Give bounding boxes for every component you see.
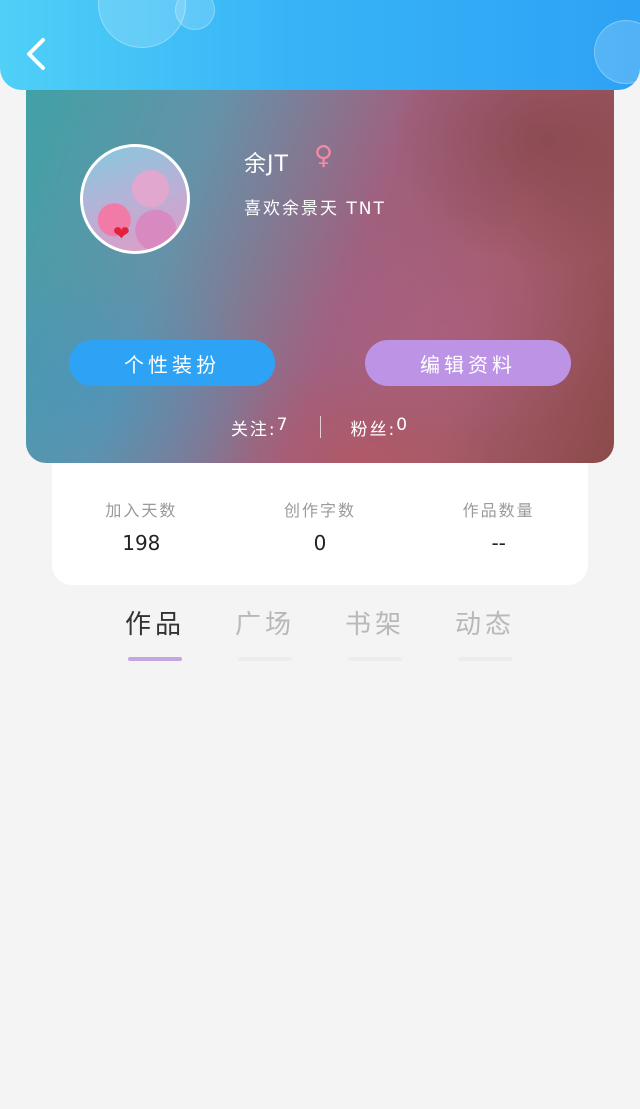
bubble-decoration	[98, 0, 186, 48]
avatar[interactable]: ❤	[80, 144, 190, 254]
top-bar	[0, 0, 640, 90]
tab-indicator	[348, 657, 402, 661]
stats-panel: 加入天数 198 创作字数 0 作品数量 --	[52, 463, 588, 585]
tab-indicator	[458, 657, 512, 661]
stat-word-count: 创作字数 0	[231, 463, 410, 585]
tab-label: 广场	[234, 610, 295, 640]
stat-works-count: 作品数量 --	[409, 463, 588, 585]
divider	[319, 416, 321, 438]
dress-up-button[interactable]: 个性装扮	[69, 340, 275, 386]
tab-label: 作品	[124, 610, 185, 640]
user-bio: 喜欢余景天 TNT	[244, 199, 386, 219]
tab-label: 动态	[454, 610, 515, 640]
tab-activity[interactable]: 动态	[432, 604, 538, 664]
profile-card: ❤ 余JT ♀ 喜欢余景天 TNT 个性装扮 编辑资料 关注: 7 粉丝: 0	[26, 70, 614, 463]
fans-label: 粉丝:	[350, 419, 397, 440]
bubble-decoration	[175, 0, 215, 30]
tab-square[interactable]: 广场	[212, 604, 318, 664]
stat-join-days: 加入天数 198	[52, 463, 231, 585]
back-button[interactable]	[18, 34, 54, 74]
chevron-left-icon	[27, 38, 45, 70]
tab-label: 书架	[344, 610, 405, 640]
stat-value: --	[491, 531, 506, 555]
stat-label: 加入天数	[105, 501, 178, 520]
bubble-decoration	[594, 20, 640, 84]
stat-label: 作品数量	[462, 501, 535, 520]
profile-page: ❤ 余JT ♀ 喜欢余景天 TNT 个性装扮 编辑资料 关注: 7 粉丝: 0 …	[0, 0, 640, 1109]
stat-value: 198	[122, 531, 161, 555]
edit-profile-button[interactable]: 编辑资料	[365, 340, 571, 386]
stat-label: 创作字数	[284, 501, 357, 520]
tab-works[interactable]: 作品	[102, 604, 208, 664]
username: 余JT	[244, 152, 289, 177]
following-label: 关注:	[230, 419, 277, 440]
follow-stats: 关注: 7 粉丝: 0	[26, 414, 614, 440]
following-value: 7	[276, 414, 290, 435]
female-icon: ♀	[314, 141, 334, 171]
tab-indicator	[128, 657, 182, 661]
following-count[interactable]: 关注: 7	[231, 415, 290, 440]
tab-bookshelf[interactable]: 书架	[322, 604, 428, 664]
tab-indicator	[238, 657, 292, 661]
stat-value: 0	[313, 531, 327, 555]
fans-value: 0	[396, 414, 410, 435]
content-tabs: 作品 广场 书架 动态	[102, 604, 538, 664]
fans-count[interactable]: 粉丝: 0	[351, 415, 410, 440]
heart-icon: ❤	[113, 221, 130, 245]
